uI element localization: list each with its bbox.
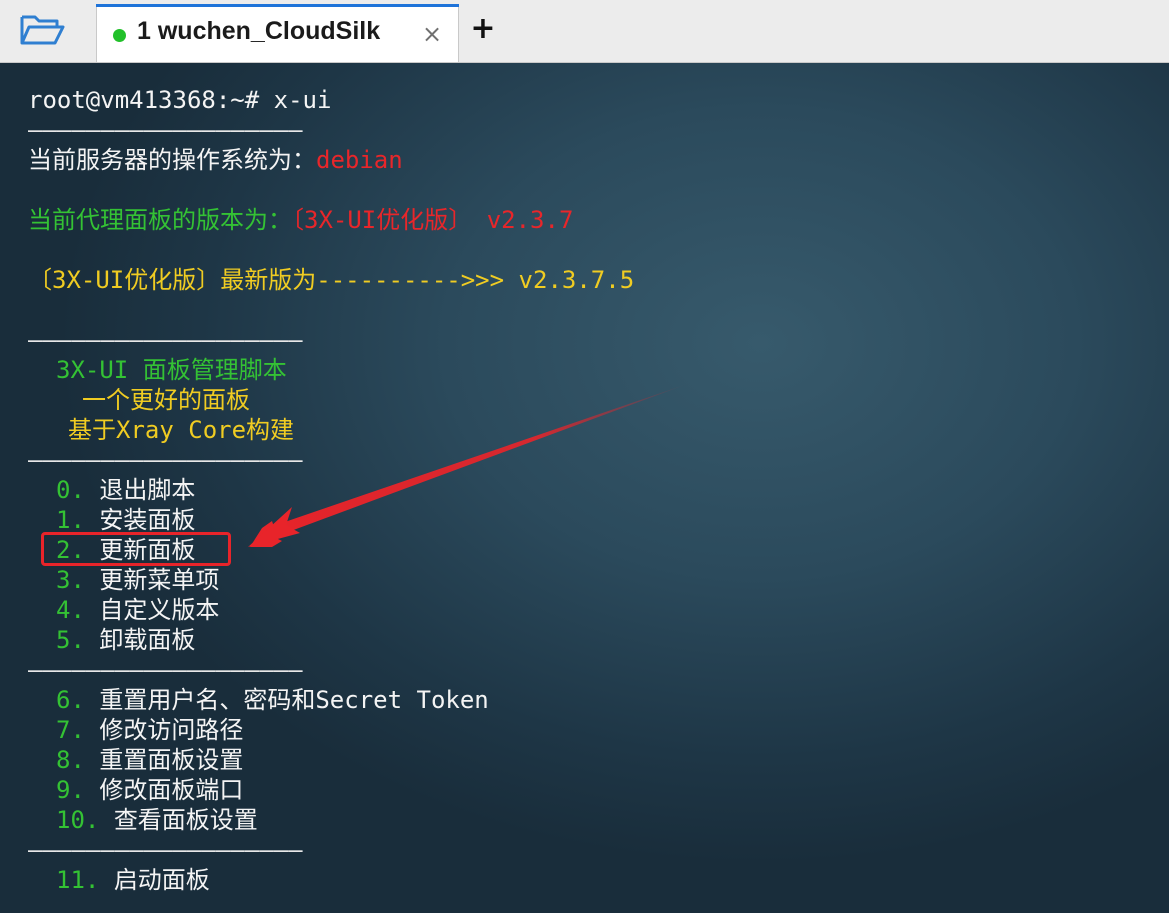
folder-open-icon [20, 15, 65, 45]
red-arrow-icon [248, 383, 690, 547]
terminal-output[interactable]: root@vm413368:~# x-ui ——————————————————… [0, 63, 1169, 913]
tab-title: 1 wuchen_CloudSilk [137, 17, 381, 45]
close-tab-icon[interactable]: × [417, 19, 447, 49]
active-tab-indicator [96, 4, 459, 7]
new-tab-button[interactable]: + [468, 12, 498, 46]
connection-status-icon [113, 29, 126, 42]
tab-bar: 1 wuchen_CloudSilk × + [0, 0, 1169, 63]
open-folder-button[interactable] [14, 8, 70, 52]
tab-session[interactable]: 1 wuchen_CloudSilk × [96, 4, 459, 62]
